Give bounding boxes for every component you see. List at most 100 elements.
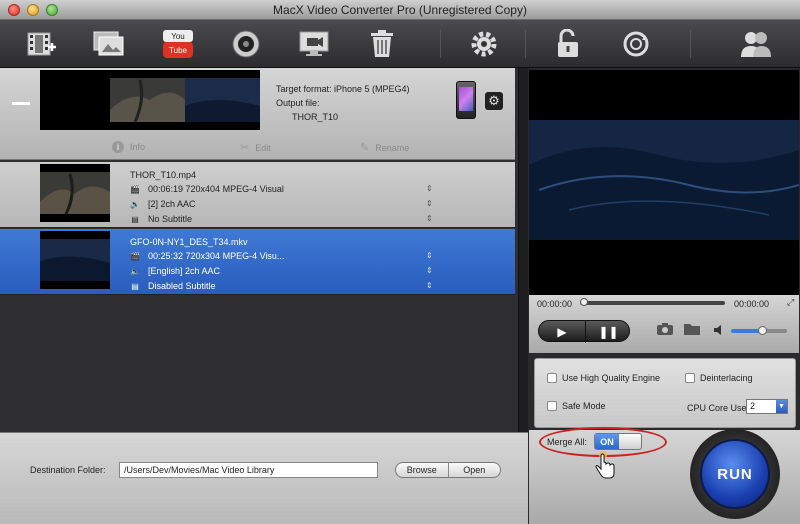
- collapse-icon[interactable]: [12, 102, 30, 105]
- file-details: GFO-0N-NY1_DES_T34.mkv 🎬 00:25:32 720x304…: [130, 235, 433, 294]
- volume-handle[interactable]: [757, 326, 767, 335]
- run-button[interactable]: RUN: [700, 439, 770, 509]
- list-scrollbar[interactable]: [518, 68, 528, 432]
- merge-all-label: Merge All:: [547, 437, 588, 447]
- chevron-updown-icon: ⇕: [426, 281, 433, 290]
- subtitle-icon: ▤: [131, 215, 139, 224]
- update-icon: [623, 31, 649, 57]
- chevron-updown-icon: ⇕: [426, 266, 433, 275]
- toggle-on-state: ON: [595, 434, 619, 449]
- current-time: 00:00:00: [537, 299, 573, 309]
- account-button[interactable]: [740, 28, 772, 60]
- file-row-selected[interactable]: GFO-0N-NY1_DES_T34.mkv 🎬 00:25:32 720x304…: [0, 229, 515, 295]
- file-row[interactable]: THOR_T10.mp4 🎬 00:06:19 720x404 MPEG-4 Vi…: [0, 162, 515, 228]
- merge-all-toggle[interactable]: ON: [594, 433, 642, 450]
- register-button[interactable]: [552, 28, 584, 60]
- settings-button[interactable]: [468, 28, 500, 60]
- photo-slideshow-icon: [93, 31, 124, 56]
- photo-slideshow-button[interactable]: [93, 28, 125, 60]
- chevron-updown-icon: ⇕: [426, 199, 433, 208]
- info-icon: i: [112, 141, 124, 153]
- delete-button[interactable]: [366, 28, 398, 60]
- chevron-updown-icon: ⇕: [426, 184, 433, 193]
- unlock-icon: [558, 29, 578, 57]
- svg-text:You: You: [171, 32, 185, 41]
- cpu-core-label: CPU Core Use:: [687, 403, 750, 413]
- play-icon: ▶: [557, 325, 567, 339]
- volume-icon[interactable]: [713, 324, 725, 336]
- seek-handle[interactable]: [580, 298, 588, 306]
- window-title: MacX Video Converter Pro (Unregistered C…: [273, 3, 527, 17]
- video-preview[interactable]: [529, 70, 799, 295]
- video-track[interactable]: 🎬 00:06:19 720x404 MPEG-4 Visual ⇕: [130, 182, 433, 197]
- total-time: 00:00:00: [734, 299, 770, 309]
- file-thumbnail: [40, 231, 110, 289]
- target-format-label: Target format: iPhone 5 (MPEG4): [276, 84, 410, 94]
- snapshot-icon[interactable]: [656, 322, 674, 336]
- subtitle-track[interactable]: ▤ Disabled Subtitle ⇕: [130, 279, 432, 294]
- file-name: THOR_T10.mp4: [130, 170, 197, 180]
- info-button[interactable]: i Info: [112, 141, 145, 153]
- destination-buttons: Browse Open: [395, 462, 501, 478]
- target-format-info: Target format: iPhone 5 (MPEG4) Output f…: [276, 82, 410, 124]
- rename-icon: ✎: [360, 142, 370, 154]
- rename-button[interactable]: ✎ Rename: [360, 141, 409, 154]
- hand-cursor-icon: [595, 451, 615, 479]
- chevron-updown-icon: ⇕: [426, 251, 433, 260]
- audio-icon: 🔈: [130, 267, 140, 276]
- add-video-icon: [27, 32, 56, 56]
- youtube-icon: You Tube: [163, 30, 193, 58]
- youtube-button[interactable]: You Tube: [162, 28, 194, 60]
- pause-icon: ❚❚: [598, 325, 619, 339]
- trash-icon: [371, 30, 393, 57]
- subtitle-icon: ▤: [131, 282, 139, 291]
- app-window: MacX Video Converter Pro (Unregistered C…: [0, 0, 800, 524]
- edit-button[interactable]: ✂ Edit: [240, 141, 271, 154]
- destination-path-input[interactable]: [119, 462, 378, 478]
- users-icon: [741, 32, 771, 57]
- conversion-settings: Use High Quality Engine Deinterlacing Sa…: [534, 358, 796, 428]
- profile-settings-icon[interactable]: ⚙: [485, 92, 503, 110]
- dvd-button[interactable]: [230, 28, 262, 60]
- open-button[interactable]: Open: [449, 463, 501, 477]
- file-details: THOR_T10.mp4 🎬 00:06:19 720x404 MPEG-4 Vi…: [130, 168, 433, 227]
- edit-label: Edit: [255, 142, 271, 153]
- svg-text:Tube: Tube: [169, 46, 187, 55]
- seek-bar[interactable]: [580, 301, 725, 305]
- safe-mode-checkbox[interactable]: Safe Mode: [547, 401, 606, 411]
- iphone-icon[interactable]: [456, 81, 476, 119]
- cpu-core-select[interactable]: 2 ▼: [746, 399, 788, 414]
- add-video-button[interactable]: [26, 28, 58, 60]
- chevron-updown-icon: ⇕: [426, 214, 433, 223]
- output-file-name[interactable]: THOR_T10: [276, 110, 410, 124]
- preview-thumbnail-strip: [40, 70, 260, 130]
- file-name: GFO-0N-NY1_DES_T34.mkv: [130, 237, 248, 247]
- browse-button[interactable]: Browse: [396, 463, 448, 477]
- dropdown-arrow-icon: ▼: [776, 400, 787, 413]
- video-track[interactable]: 🎬 00:25:32 720x304 MPEG-4 Visu... ⇕: [130, 249, 433, 264]
- toolbar: You Tube: [0, 20, 800, 68]
- deinterlacing-checkbox[interactable]: Deinterlacing: [685, 373, 753, 383]
- audio-track[interactable]: 🔈 [2] 2ch AAC ⇕: [130, 197, 433, 212]
- fullscreen-icon[interactable]: ⤢: [787, 297, 794, 308]
- file-list-panel: Target format: iPhone 5 (MPEG4) Output f…: [0, 68, 518, 432]
- destination-bar: Destination Folder: Browse Open: [0, 432, 528, 524]
- video-icon: 🎬: [130, 252, 140, 261]
- item-actions: i Info ✂ Edit ✎ Rename: [0, 132, 515, 160]
- scissors-icon: ✂: [240, 142, 250, 154]
- pause-button[interactable]: ❚❚: [585, 321, 631, 343]
- info-label: Info: [130, 142, 146, 152]
- screen-recorder-button[interactable]: [298, 28, 330, 60]
- play-button[interactable]: ▶: [539, 321, 585, 343]
- hq-engine-checkbox[interactable]: Use High Quality Engine: [547, 373, 660, 383]
- rename-label: Rename: [375, 142, 410, 153]
- check-update-button[interactable]: [620, 28, 652, 60]
- folder-icon[interactable]: [683, 322, 701, 336]
- settings-icon: [471, 31, 497, 57]
- file-thumbnail: [40, 164, 110, 222]
- output-file-label: Output file:: [276, 98, 320, 108]
- video-icon: 🎬: [130, 185, 140, 194]
- title-bar: MacX Video Converter Pro (Unregistered C…: [0, 0, 800, 20]
- audio-track[interactable]: 🔈 [English] 2ch AAC ⇕: [130, 264, 433, 279]
- subtitle-track[interactable]: ▤ No Subtitle ⇕: [130, 212, 432, 227]
